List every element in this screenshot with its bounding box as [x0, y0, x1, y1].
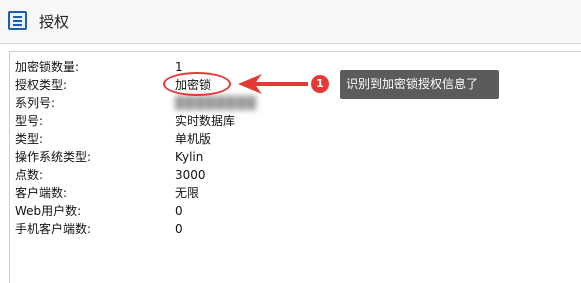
row-web-user-count: Web用户数: 0 [15, 202, 335, 220]
row-client-count: 客户端数: 无限 [15, 184, 335, 202]
value-mobile-client-count: 0 [175, 222, 183, 236]
label-edition: 类型: [15, 132, 44, 146]
label-model: 型号: [15, 114, 44, 128]
label-os-type: 操作系统类型: [15, 150, 92, 164]
row-edition: 类型: 单机版 [15, 130, 335, 148]
label-client-count: 客户端数: [15, 186, 68, 200]
row-mobile-client-count: 手机客户端数: 0 [15, 220, 335, 238]
label-dongle-count: 加密锁数量: [15, 60, 80, 74]
value-edition: 单机版 [175, 132, 212, 146]
highlight-ellipse [163, 72, 231, 96]
row-os-type: 操作系统类型: Kylin [15, 148, 335, 166]
label-web-user-count: Web用户数: [15, 204, 82, 218]
value-web-user-count: 0 [175, 204, 183, 218]
window-title: 授权 [39, 13, 70, 31]
row-serial-number: 系列号: ████████ [15, 94, 335, 112]
license-list-icon [8, 11, 27, 30]
label-mobile-client-count: 手机客户端数: [15, 222, 92, 236]
label-license-type: 授权类型: [15, 78, 68, 92]
row-model: 型号: 实时数据库 [15, 112, 335, 130]
value-serial-number-redacted: ████████ [175, 96, 257, 110]
annotation-callout: 识别到加密锁授权信息了 [340, 70, 499, 99]
value-os-type: Kylin [175, 150, 204, 164]
title-bar: 授权 [0, 0, 581, 44]
row-point-count: 点数: 3000 [15, 166, 335, 184]
arrow-left-icon [238, 74, 308, 94]
step-number-badge: 1 [311, 75, 329, 93]
value-point-count: 3000 [175, 168, 206, 182]
label-point-count: 点数: [15, 168, 44, 182]
label-serial-number: 系列号: [15, 96, 56, 110]
value-model: 实时数据库 [175, 114, 236, 128]
value-client-count: 无限 [175, 186, 200, 200]
